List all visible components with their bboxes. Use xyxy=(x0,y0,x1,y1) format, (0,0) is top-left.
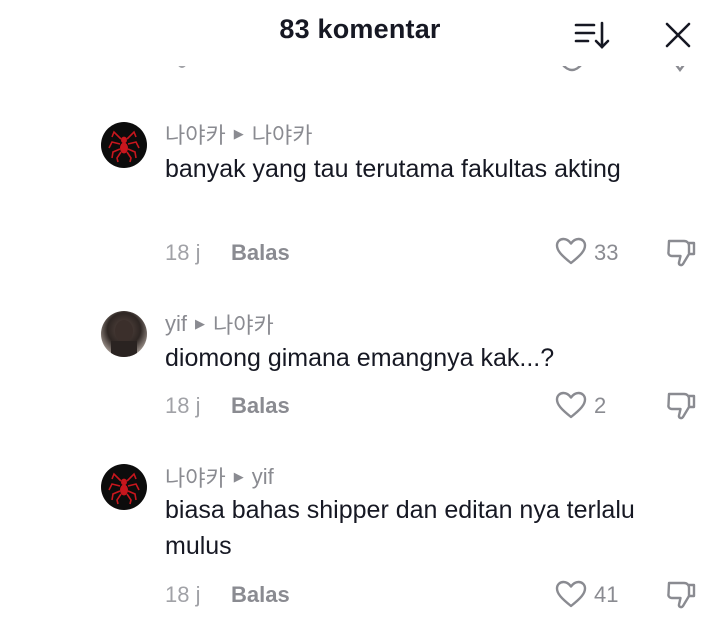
comments-title: 83 komentar xyxy=(279,14,441,44)
comment-author[interactable]: 나야카 xyxy=(165,118,226,150)
reply-button[interactable]: Balas xyxy=(231,393,290,419)
comment-text: biasa bahas shipper dan editan nya terla… xyxy=(165,496,635,560)
heart-outline-icon[interactable] xyxy=(554,579,588,609)
comment-timestamp: 18 j xyxy=(165,582,201,607)
heart-outline-icon[interactable] xyxy=(554,236,588,266)
heart-outline-icon[interactable] xyxy=(554,390,588,420)
thumbs-down-icon[interactable] xyxy=(664,577,698,611)
sort-icon[interactable] xyxy=(572,19,612,53)
comment-author[interactable]: 나야카 xyxy=(165,461,226,493)
avatar[interactable] xyxy=(101,311,147,357)
comment-author-line: 나야카 ▶ yif xyxy=(165,461,274,493)
triangle-right-icon: ▶ xyxy=(233,126,244,141)
avatar[interactable] xyxy=(101,122,147,168)
like-count: 41 xyxy=(594,582,619,607)
comment-author-line: yif ▶ 나야카 xyxy=(165,308,274,340)
comment-text: banyak yang tau terutama fakultas akting xyxy=(165,155,621,183)
comment-author[interactable]: yif xyxy=(165,311,187,337)
reply-to-user[interactable]: yif xyxy=(252,464,274,490)
like-count: 2 xyxy=(594,393,607,418)
comment-timestamp: 18 j xyxy=(165,240,201,265)
comments-header: 83 komentar xyxy=(0,0,720,66)
like-count: 33 xyxy=(594,240,619,265)
triangle-right-icon: ▶ xyxy=(195,316,205,331)
reply-button[interactable]: Balas xyxy=(231,582,290,608)
reply-to-user[interactable]: 나야카 xyxy=(213,308,274,340)
thumbs-down-icon[interactable] xyxy=(664,235,698,269)
reply-to-user[interactable]: 나야카 xyxy=(252,118,313,150)
triangle-right-icon: ▶ xyxy=(233,469,244,484)
avatar[interactable] xyxy=(101,464,147,510)
comment-timestamp: 18 j xyxy=(165,393,201,418)
comment-author-line: 나야카 ▶ 나야카 xyxy=(165,118,312,150)
close-icon[interactable] xyxy=(660,17,696,53)
reply-button[interactable]: Balas xyxy=(231,240,290,266)
comment-text: diomong gimana emangnya kak...? xyxy=(165,344,555,372)
thumbs-down-icon[interactable] xyxy=(664,388,698,422)
